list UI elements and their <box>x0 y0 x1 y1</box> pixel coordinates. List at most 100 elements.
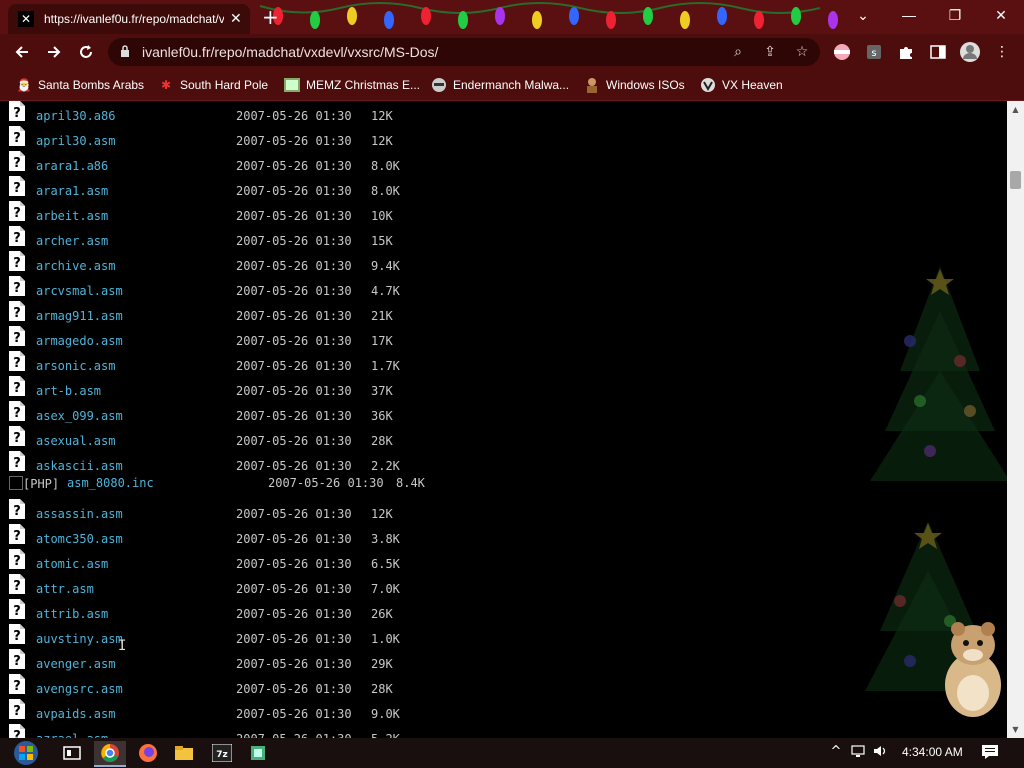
vertical-scrollbar[interactable]: ▲ ▼ <box>1007 101 1024 738</box>
svg-text:?: ? <box>13 156 21 171</box>
s-extension-icon[interactable]: s <box>863 41 885 63</box>
lock-icon[interactable] <box>120 45 130 57</box>
unknown-file-icon: ? <box>9 426 25 446</box>
bookmark-windows-isos[interactable]: Windows ISOs <box>584 76 685 94</box>
minimize-button[interactable]: — <box>886 0 932 30</box>
file-link[interactable]: atomic.asm <box>36 557 108 571</box>
file-link[interactable]: avengsrc.asm <box>36 682 123 696</box>
file-link[interactable]: arara1.asm <box>36 184 108 198</box>
file-link[interactable]: askascii.asm <box>36 459 123 473</box>
restore-button[interactable]: ❐ <box>932 0 978 30</box>
active-tab[interactable]: ✕ https://ivanlef0u.fr/repo/madchat/vxde… <box>8 4 250 34</box>
file-link[interactable]: assassin.asm <box>36 507 123 521</box>
scrollbar-thumb[interactable] <box>1010 171 1021 189</box>
scroll-up-arrow-icon[interactable]: ▲ <box>1007 101 1024 118</box>
file-link[interactable]: atomc350.asm <box>36 532 123 546</box>
flag-extension-icon[interactable] <box>831 41 853 63</box>
svg-text:?: ? <box>13 504 21 519</box>
unknown-file-icon: ? <box>9 176 25 196</box>
tab-search-chevron-icon[interactable]: ⌄ <box>840 0 886 30</box>
address-bar[interactable]: ivanlef0u.fr/repo/madchat/vxdevl/vxsrc/M… <box>108 38 820 66</box>
svg-text:?: ? <box>13 206 21 221</box>
network-icon[interactable] <box>848 744 868 762</box>
file-size: 15K <box>371 234 393 248</box>
profile-avatar-icon[interactable] <box>959 41 981 63</box>
tab-close-icon[interactable]: ✕ <box>230 11 242 27</box>
svg-text:?: ? <box>13 604 21 619</box>
app-taskbar-icon[interactable] <box>242 741 274 765</box>
unknown-file-icon: ? <box>9 151 25 171</box>
bookmark-star-icon[interactable]: ☆ <box>792 42 812 62</box>
dancing-hamster-decoration <box>945 622 1001 717</box>
bookmark-vx-heaven[interactable]: VX Heaven <box>700 76 783 94</box>
file-link[interactable]: arbeit.asm <box>36 209 108 223</box>
back-arrow-icon[interactable] <box>6 34 38 70</box>
file-link[interactable]: auvstiny.asm <box>36 632 123 646</box>
light-bulb <box>384 11 394 29</box>
new-tab-button[interactable]: + <box>262 7 279 27</box>
file-link[interactable]: asm_8080.inc <box>67 476 154 490</box>
light-bulb <box>532 11 542 29</box>
volume-icon[interactable] <box>870 744 890 762</box>
file-link[interactable]: art-b.asm <box>36 384 101 398</box>
unknown-file-icon: ? <box>9 724 25 738</box>
file-link[interactable]: asex_099.asm <box>36 409 123 423</box>
file-size: 36K <box>371 409 393 423</box>
chrome-taskbar-icon[interactable] <box>94 741 126 767</box>
file-date: 2007-05-26 01:30 <box>236 134 352 148</box>
file-size: 28K <box>371 682 393 696</box>
file-link[interactable]: arcvsmal.asm <box>36 284 123 298</box>
file-link[interactable]: archive.asm <box>36 259 115 273</box>
taskbar-clock[interactable]: 4:34:00 AM <box>902 745 963 759</box>
bookmark-label: MEMZ Christmas E... <box>306 78 421 92</box>
svg-text:?: ? <box>13 431 21 446</box>
notification-center-icon[interactable] <box>980 744 1000 764</box>
show-hidden-icons-chevron-icon[interactable]: ^ <box>826 744 846 759</box>
file-link[interactable]: armagedo.asm <box>36 334 123 348</box>
file-size: 17K <box>371 334 393 348</box>
file-link[interactable]: avenger.asm <box>36 657 115 671</box>
task-view-icon[interactable] <box>56 741 88 765</box>
url-text[interactable]: ivanlef0u.fr/repo/madchat/vxdevl/vxsrc/M… <box>142 44 438 60</box>
close-window-button[interactable]: ✕ <box>978 0 1024 30</box>
7zip-taskbar-icon[interactable]: 7z <box>206 741 238 765</box>
side-panel-icon[interactable] <box>927 41 949 63</box>
file-date: 2007-05-26 01:30 <box>236 259 352 273</box>
file-size: 12K <box>371 109 393 123</box>
bookmark-memz-christmas[interactable]: MEMZ Christmas E... <box>284 76 420 94</box>
file-link[interactable]: archer.asm <box>36 234 108 248</box>
firefox-taskbar-icon[interactable] <box>132 741 164 765</box>
unknown-file-icon: ? <box>9 226 25 246</box>
reload-icon[interactable] <box>70 34 102 70</box>
file-size: 3.8K <box>371 532 400 546</box>
file-link[interactable]: avpaids.asm <box>36 707 115 721</box>
start-button[interactable] <box>8 741 44 765</box>
bookmark-endermanch[interactable]: Endermanch Malwa... <box>431 76 569 94</box>
file-link[interactable]: attrib.asm <box>36 607 108 621</box>
file-date: 2007-05-26 01:30 <box>268 476 384 490</box>
file-link[interactable]: april30.asm <box>36 134 115 148</box>
table-row: ? april30.a86 2007-05-26 01:30 12K <box>0 101 1000 126</box>
share-icon[interactable]: ⇪ <box>760 42 780 62</box>
file-link[interactable]: arara1.a86 <box>36 159 108 173</box>
scroll-down-arrow-icon[interactable]: ▼ <box>1007 721 1024 738</box>
forward-arrow-icon[interactable] <box>38 34 70 70</box>
file-link[interactable]: armag911.asm <box>36 309 123 323</box>
unknown-file-icon: ? <box>9 549 25 569</box>
file-explorer-icon[interactable] <box>168 741 200 765</box>
unknown-file-icon: ? <box>9 301 25 321</box>
file-link[interactable]: april30.a86 <box>36 109 115 123</box>
file-size: 9.0K <box>371 707 400 721</box>
zoom-search-icon[interactable]: ⌕ <box>728 42 748 62</box>
file-link[interactable]: arsonic.asm <box>36 359 115 373</box>
file-link[interactable]: asexual.asm <box>36 434 115 448</box>
file-link[interactable]: attr.asm <box>36 582 94 596</box>
unknown-file-icon: ? <box>9 499 25 519</box>
menu-kebab-icon[interactable]: ⋮ <box>991 41 1013 63</box>
svg-text:?: ? <box>13 306 21 321</box>
bookmark-santa-bombs[interactable]: 🎅 Santa Bombs Arabs <box>16 76 145 94</box>
bookmark-south-hard-pole[interactable]: ✱ South Hard Pole <box>158 76 268 94</box>
unknown-file-icon: ? <box>9 599 25 619</box>
puzzle-extensions-icon[interactable] <box>895 41 917 63</box>
svg-text:?: ? <box>13 529 21 544</box>
